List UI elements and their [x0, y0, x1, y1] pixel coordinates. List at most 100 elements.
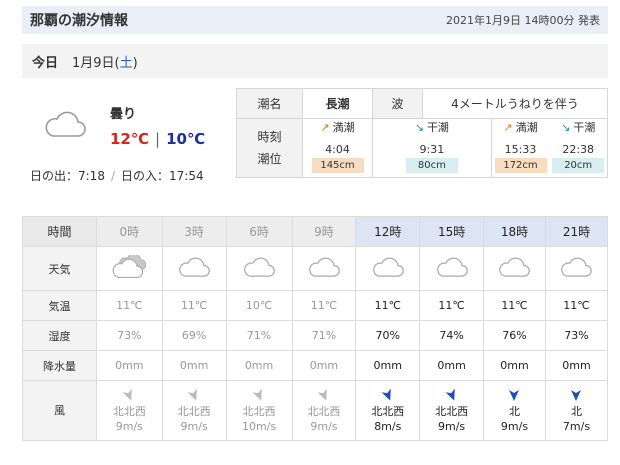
wind-cell: 北北西 10m/s	[225, 380, 293, 441]
arrow-down-right-icon: ↘	[561, 121, 571, 134]
tide-event-time: 4:04	[325, 143, 350, 156]
wind-cell: 北 7m/s	[544, 380, 609, 441]
time-row: 時間 0時 3時 6時 9時 12時 15時 18時 21時	[22, 216, 609, 247]
precipitation-row: 降水量 0mm 0mm 0mm 0mm 0mm 0mm 0mm 0mm	[22, 350, 609, 381]
weather-cell	[483, 246, 546, 291]
precip-cell: 0mm	[96, 350, 163, 381]
temp-cell: 11℃	[419, 290, 485, 321]
weather-cell	[355, 246, 421, 291]
high-temp: 12℃	[110, 130, 150, 148]
tide-table: 潮名 長潮 波 4メートルうねりを伴う 時刻 潮位 ↗ 満潮 4:04 145cm…	[236, 88, 609, 178]
wind-arrow-icon	[253, 387, 262, 401]
tide-event-level: 20cm	[552, 158, 605, 173]
precip-cell: 0mm	[544, 350, 609, 381]
tide-time-label: 時刻	[257, 130, 282, 144]
precip-cell: 0mm	[291, 350, 357, 381]
wind-direction: 北	[508, 404, 520, 418]
partly-cloudy-icon	[112, 253, 147, 282]
wind-speed: 7m/s	[562, 419, 591, 433]
precip-cell: 0mm	[483, 350, 546, 381]
wind-direction: 北北西	[371, 404, 405, 418]
hour-header: 3時	[161, 216, 227, 247]
wind-cell: 北北西 9m/s	[419, 380, 485, 441]
wind-arrow-icon	[571, 389, 582, 401]
temp-cell: 11℃	[544, 290, 609, 321]
row-label-weather: 天気	[22, 246, 97, 291]
weather-cell	[225, 246, 293, 291]
wind-row: 風 北北西 9m/s 北北西 9m/s 北北西 10m/s 北北西 9m/s 北北西 8m/s 北北…	[22, 380, 609, 441]
time-level-label: 時刻 潮位	[236, 118, 303, 178]
wave-value: 4メートルうねりを伴う	[422, 88, 608, 119]
weather-cell	[161, 246, 227, 291]
wind-speed: 9m/s	[310, 419, 338, 433]
temp-cell: 11℃	[161, 290, 227, 321]
wind-direction: 北北西	[177, 404, 211, 418]
tide-event-pair: ↗ 満潮 15:33 172cm ↘ 干潮 22:38 20cm	[490, 118, 609, 178]
sunrise: 日の出：7:18	[30, 169, 105, 183]
weather-cell	[544, 246, 609, 291]
wind-speed: 9m/s	[500, 419, 529, 433]
precip-cell: 0mm	[225, 350, 293, 381]
row-label-time: 時間	[22, 216, 97, 247]
row-label-humidity: 湿度	[22, 320, 97, 351]
humidity-cell: 71%	[291, 320, 357, 351]
temp-separator: |	[155, 130, 161, 148]
row-label-temp: 気温	[22, 290, 97, 321]
wind-arrow-icon	[188, 387, 197, 401]
weather-cell	[419, 246, 485, 291]
wind-direction: 北北西	[112, 404, 146, 418]
cloud-icon	[498, 257, 531, 281]
arrow-up-right-icon: ↗	[503, 121, 513, 134]
tide-event-time: 15:33	[504, 143, 537, 156]
hour-header: 6時	[225, 216, 293, 247]
temperature-range: 12℃ | 10℃	[110, 130, 205, 148]
hour-header: 15時	[419, 216, 485, 247]
date-band: 今日 1月9日(土)	[22, 44, 608, 78]
wind-arrow-icon	[445, 387, 455, 401]
wind-direction: 北	[570, 404, 582, 418]
cloud-icon	[44, 110, 86, 141]
wind-arrow-icon	[123, 387, 133, 401]
humidity-cell: 73%	[544, 320, 609, 351]
tide-event-time: 22:38	[562, 143, 595, 156]
low-temp: 10℃	[166, 130, 206, 148]
cloud-icon	[436, 257, 468, 281]
weather-condition: 曇り	[110, 107, 137, 122]
sun-times: 日の出：7:18 / 日の入：17:54	[30, 167, 204, 184]
cloud-icon	[372, 257, 404, 281]
tide-event-level: 145cm	[311, 158, 364, 173]
wind-arrow-icon	[509, 389, 520, 401]
temp-cell: 11℃	[291, 290, 357, 321]
temp-cell: 10℃	[225, 290, 293, 321]
precip-cell: 0mm	[355, 350, 421, 381]
wind-cell: 北北西 9m/s	[291, 380, 357, 441]
wind-direction: 北北西	[435, 404, 469, 418]
precip-cell: 0mm	[419, 350, 485, 381]
wind-arrow-icon	[317, 387, 327, 401]
tide-event-time: 9:31	[419, 143, 445, 156]
tide-level-label: 潮位	[257, 152, 282, 166]
weather-cell	[96, 246, 163, 291]
wind-speed: 9m/s	[180, 419, 208, 433]
weekday-label: 土	[119, 55, 133, 71]
wind-speed: 9m/s	[115, 419, 143, 433]
precip-cell: 0mm	[161, 350, 227, 381]
hour-header: 12時	[355, 216, 421, 247]
humidity-row: 湿度 73% 69% 71% 71% 70% 74% 76% 73%	[22, 320, 609, 351]
temp-cell: 11℃	[355, 290, 421, 321]
tide-event: ↘ 干潮 9:31 80cm	[372, 118, 492, 178]
wind-cell: 北 9m/s	[483, 380, 546, 441]
humidity-cell: 71%	[225, 320, 293, 351]
humidity-cell: 76%	[483, 320, 546, 351]
wind-speed: 8m/s	[374, 419, 402, 433]
weather-row: 天気	[22, 246, 609, 291]
arrow-up-right-icon: ↗	[320, 121, 330, 134]
wind-direction: 北北西	[307, 404, 341, 418]
humidity-cell: 74%	[419, 320, 485, 351]
tide-event-type: 満潮	[515, 121, 538, 134]
wind-speed: 9m/s	[438, 419, 466, 433]
sun-separator: /	[110, 169, 115, 183]
cloud-icon	[178, 257, 210, 281]
wave-label: 波	[372, 88, 423, 119]
weather-cell	[291, 246, 357, 291]
